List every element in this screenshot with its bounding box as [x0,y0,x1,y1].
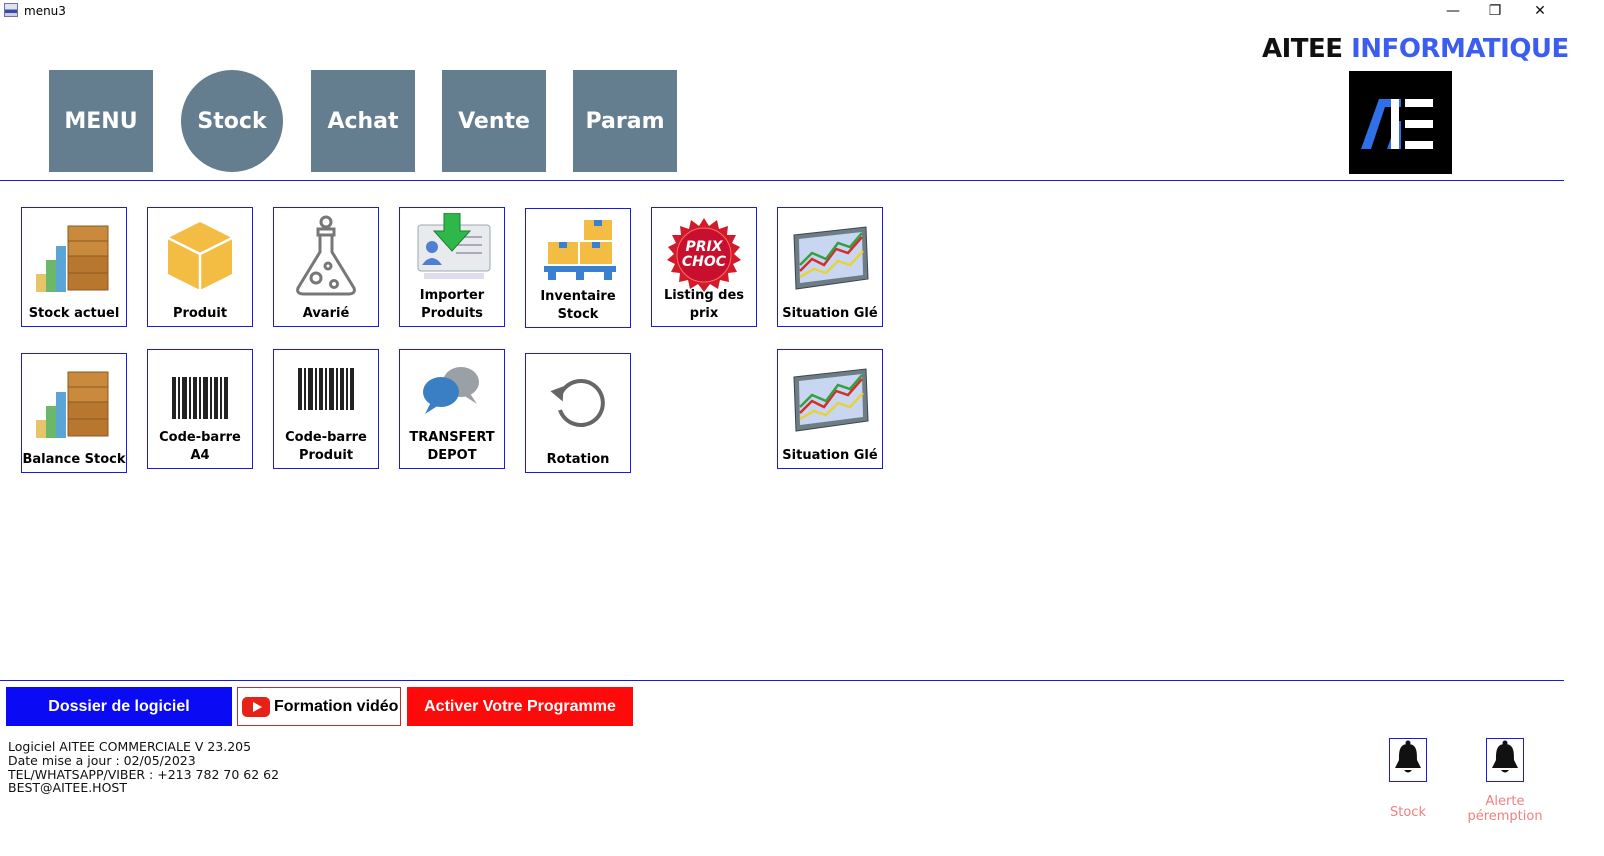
nav-param-button[interactable]: Param [573,70,677,172]
tile-code-barre-produit[interactable]: Code-barre Produit [273,349,379,469]
window-title: menu3 [24,4,66,18]
restore-button[interactable]: ❐ [1472,0,1518,24]
tile-label-line: TRANSFERT [409,430,495,445]
peremption-label-line: Alerte [1485,794,1525,809]
stock-alert-label: Stock [1390,805,1426,820]
tile-code-barre-a4[interactable]: Code-barre A4 [147,349,253,469]
tile-label: Balance Stock [22,452,126,467]
tile-label: Code-barre Produit [274,429,378,465]
tile-rotation[interactable]: Rotation [525,353,631,473]
peremption-label-line: péremption [1467,809,1543,824]
tile-label: Code-barre A4 [159,430,241,463]
nav-menu-button[interactable]: MENU [49,70,153,172]
tile-label: Listing des prix [663,288,745,321]
activer-programme-button[interactable]: Activer Votre Programme [407,687,633,726]
brand-part-1: AITEE [1262,34,1343,64]
formation-video-button[interactable]: Formation vidéo [237,687,401,726]
tile-inventaire-stock[interactable]: Inventaire Stock [525,208,631,328]
chat-bubbles-icon [400,354,504,426]
app-icon [4,3,18,17]
barcode-icon [274,354,378,424]
footer-divider [0,680,1564,681]
nav-stock-button[interactable]: Stock [181,70,283,172]
dossier-logiciel-button[interactable]: Dossier de logiciel [6,687,232,726]
formation-video-label: Formation vidéo [274,697,399,715]
tile-importer-produits[interactable]: Importer Produits [399,207,505,327]
info-email: BEST@AITEE.HOST [8,780,127,796]
tile-label: Stock actuel [28,306,120,321]
window-titlebar: menu3 — ❐ ✕ [0,0,1604,24]
info-update-date: Date mise a jour : 02/05/2023 [8,752,196,768]
barcode-icon [148,356,252,440]
peremption-alert-button[interactable] [1486,738,1524,782]
stock-alert-button[interactable] [1389,738,1427,782]
boxes-chart-icon [22,214,126,298]
line-chart-icon [778,214,882,298]
tile-label-line: DEPOT [427,448,477,463]
youtube-play-icon [242,696,270,718]
tile-label-line: Inventaire [540,289,616,304]
tile-balance-stock[interactable]: Balance Stock [21,353,127,473]
import-arrow-icon [400,212,504,282]
tile-label: Inventaire Stock [526,288,630,324]
aitee-logo [1349,71,1452,174]
prix-choc-badge-icon: PRIX CHOC [652,214,756,298]
tile-label: Rotation [546,452,610,467]
tile-label: TRANSFERT DEPOT [400,429,504,465]
info-phone: TEL/WHATSAPP/VIBER : +213 782 70 62 62 [8,766,280,782]
tile-listing-des-prix[interactable]: PRIX CHOC Listing des prix [651,207,757,327]
bell-icon [1490,740,1520,780]
tile-avarie[interactable]: Avarié [273,207,379,327]
pallet-boxes-icon [526,213,630,285]
flask-icon [274,214,378,298]
tile-label-line: Importer [419,288,485,303]
tile-label: Situation Glé [782,448,878,463]
nav-vente-button[interactable]: Vente [442,70,546,172]
tile-situation-gle-2[interactable]: Situation Glé [777,349,883,469]
minimize-button[interactable]: — [1430,0,1476,24]
info-version: Logiciel AITEE COMMERCIALE V 23.205 [8,739,252,754]
prix-choc-text: PRIX [685,239,723,255]
software-info: Logiciel AITEE COMMERCIALE V 23.205 Date… [8,740,279,795]
line-chart-icon [778,356,882,440]
boxes-chart-icon [22,360,126,444]
tile-label: Avarié [302,306,350,321]
nav-achat-button[interactable]: Achat [311,70,415,172]
bell-icon [1393,740,1423,780]
tile-label: Produit [172,306,228,321]
prix-choc-text: CHOC [681,254,727,270]
tile-situation-gle-1[interactable]: Situation Glé [777,207,883,327]
peremption-alert-label: Alerte péremption [1460,794,1550,824]
close-button[interactable]: ✕ [1517,0,1563,24]
tile-label-line: Produits [421,306,483,321]
brand-title: AITEE INFORMATIQUE [1262,34,1569,64]
tile-label-line: Produit [298,448,354,463]
tile-transfert-depot[interactable]: TRANSFERT DEPOT [399,349,505,469]
tile-label-line: Stock [557,307,599,322]
rotate-icon [526,360,630,444]
tile-stock-actuel[interactable]: Stock actuel [21,207,127,327]
tile-label: Importer Produits [400,287,504,323]
header-divider [0,180,1564,181]
tile-label: Situation Glé [782,306,878,321]
brand-part-2: INFORMATIQUE [1351,34,1569,64]
cube-icon [148,214,252,298]
tile-label-line: Code-barre [285,430,367,445]
tile-produit[interactable]: Produit [147,207,253,327]
